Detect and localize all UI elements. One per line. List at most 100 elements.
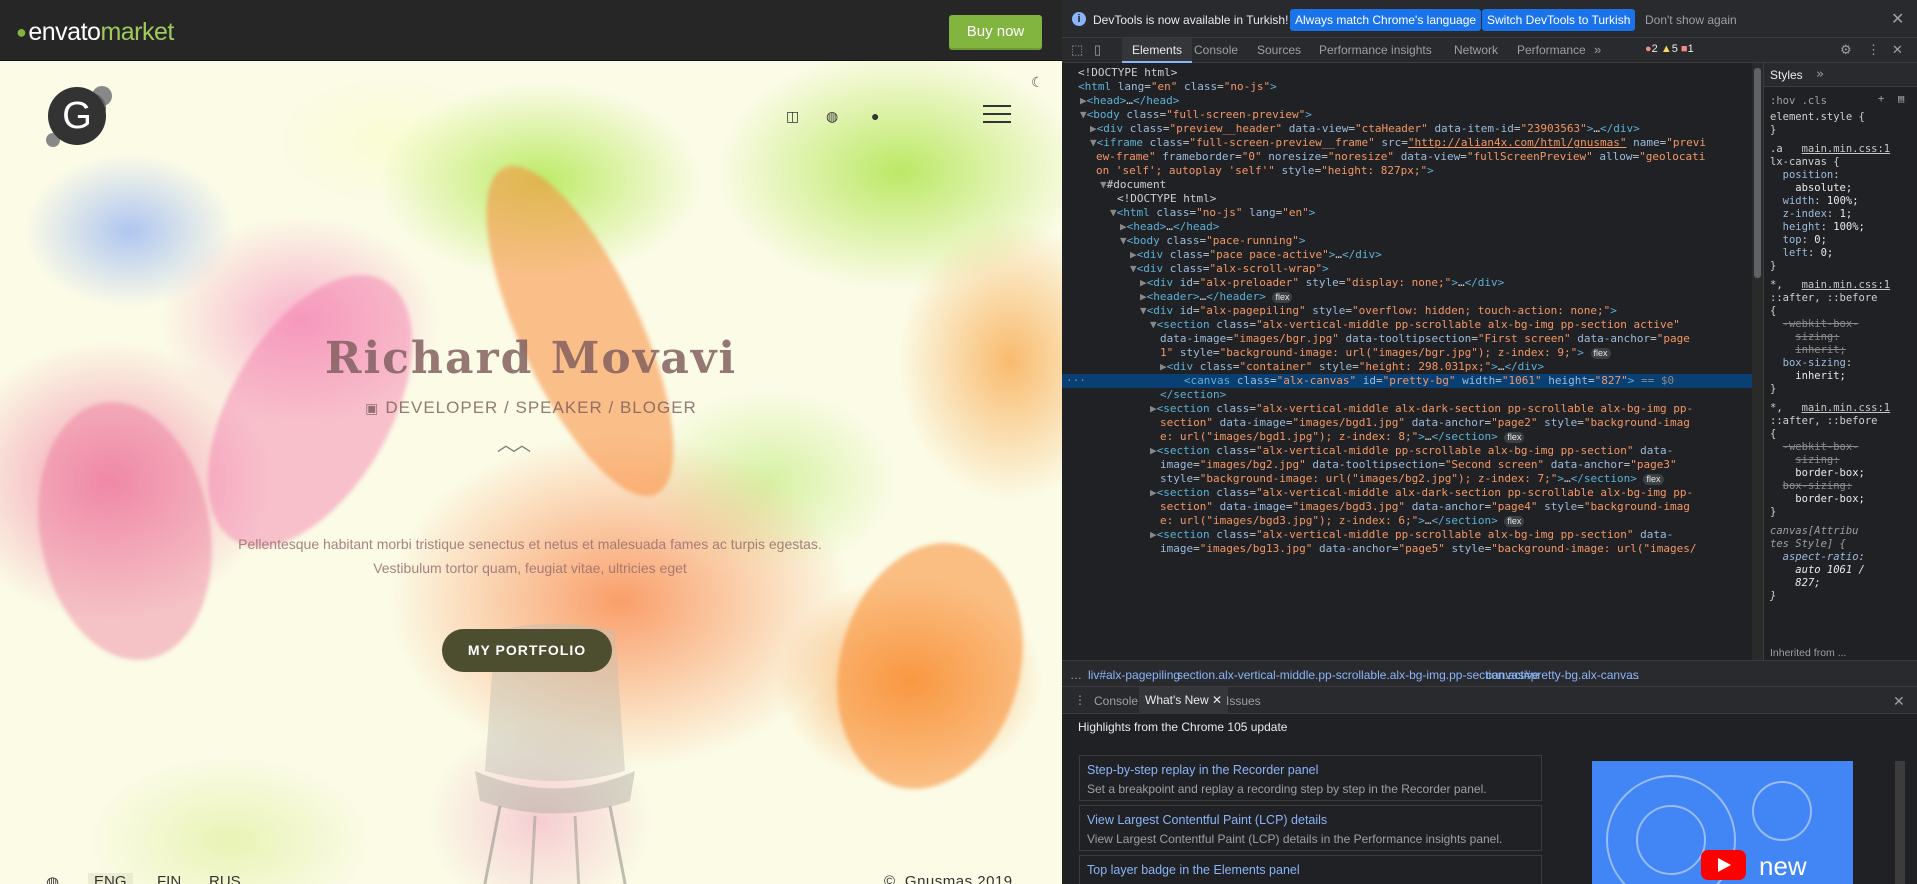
whats-new-item[interactable]: Top layer badge in the Elements panel bbox=[1079, 855, 1542, 884]
error-warning-counts[interactable]: ●2 ▲5 ■1 bbox=[1645, 43, 1694, 55]
envato-logo[interactable]: ●envatomarket bbox=[16, 18, 174, 47]
dom-line[interactable]: ▶<section class="alx-vertical-middle pp-… bbox=[1062, 444, 1752, 458]
drawer-scrollbar[interactable] bbox=[1895, 761, 1905, 884]
flex-badge[interactable]: flex bbox=[1504, 432, 1525, 443]
site-logo[interactable]: G bbox=[48, 87, 106, 145]
breadcrumb-overflow-icon[interactable]: … bbox=[1070, 668, 1082, 682]
dom-line[interactable]: ew-frame" frameborder="0" noresize="nore… bbox=[1062, 150, 1752, 164]
breadcrumb-more-icon[interactable]: … bbox=[1628, 668, 1640, 682]
menu-hamburger-icon[interactable] bbox=[983, 105, 1011, 125]
breadcrumb-item[interactable]: section.alx-vertical-middle.pp-scrollabl… bbox=[1177, 668, 1539, 682]
dom-line[interactable]: on 'self'; autoplay 'self'" style="heigh… bbox=[1062, 164, 1752, 178]
flex-badge[interactable]: flex bbox=[1504, 516, 1525, 527]
github-icon[interactable]: ● bbox=[871, 108, 879, 124]
hero-subtitle: ▣ DEVELOPER / SPEAKER / BLOGER bbox=[0, 398, 1062, 418]
inspect-icon[interactable]: ⬚ bbox=[1071, 42, 1083, 58]
breadcrumb-item[interactable]: liv#alx-pagepiling bbox=[1088, 668, 1180, 682]
dom-line[interactable]: ▶<div id="alx-preloader" style="display:… bbox=[1062, 276, 1752, 290]
tab-elements[interactable]: Elements bbox=[1122, 38, 1193, 63]
portfolio-button[interactable]: MY PORTFOLIO bbox=[442, 629, 612, 672]
dom-line[interactable]: ▶<head>…</head> bbox=[1062, 94, 1752, 108]
style-rule: position: bbox=[1782, 169, 1840, 181]
dom-line[interactable]: e: url("images/bgd1.jpg"); z-index: 8;">… bbox=[1062, 430, 1752, 444]
flex-badge[interactable]: flex bbox=[1590, 348, 1611, 359]
tab-console[interactable]: Console bbox=[1194, 43, 1238, 57]
whats-new-item[interactable]: Step-by-step replay in the Recorder pane… bbox=[1079, 755, 1542, 801]
dom-line[interactable]: ▶<section class="alx-vertical-middle pp-… bbox=[1062, 528, 1752, 542]
drawer-tab-console[interactable]: Console bbox=[1094, 694, 1138, 708]
settings-gear-icon[interactable]: ⚙ bbox=[1840, 42, 1852, 58]
dom-line[interactable]: ▼<div id="alx-pagepiling" style="overflo… bbox=[1062, 304, 1752, 318]
flex-badge[interactable]: flex bbox=[1272, 292, 1293, 303]
drawer-tab-whats-new[interactable]: What's New ✕ bbox=[1139, 687, 1229, 714]
whats-new-item[interactable]: View Largest Contentful Paint (LCP) deta… bbox=[1079, 805, 1542, 851]
tab-sources[interactable]: Sources bbox=[1257, 43, 1301, 57]
dom-line-selected[interactable]: ··· <canvas class="alx-canvas" id="pretty… bbox=[1062, 374, 1752, 388]
dom-line[interactable]: ▶<div class="container" style="height: 2… bbox=[1062, 360, 1752, 374]
dom-line[interactable]: ▶<div class="pace pace-active">…</div> bbox=[1062, 248, 1752, 262]
whats-new-title[interactable]: Step-by-step replay in the Recorder pane… bbox=[1087, 763, 1318, 777]
close-drawer-icon[interactable]: ✕ bbox=[1893, 693, 1905, 710]
dom-line[interactable]: ▼#document bbox=[1062, 178, 1752, 192]
styles-header: Styles » bbox=[1764, 63, 1917, 87]
lang-rus[interactable]: RUS bbox=[209, 873, 241, 884]
dom-line[interactable]: ▼<section class="alx-vertical-middle pp-… bbox=[1062, 318, 1752, 332]
dom-line[interactable]: image="images/bg2.jpg" data-tooltipsecti… bbox=[1062, 458, 1752, 472]
toggle-sidebar-icon[interactable]: ▤ bbox=[1898, 93, 1904, 105]
switch-turkish-button[interactable]: Switch DevTools to Turkish bbox=[1482, 9, 1636, 31]
lang-fin[interactable]: FIN bbox=[157, 873, 181, 884]
drawer-tab-issues[interactable]: Issues bbox=[1226, 694, 1261, 708]
buy-now-button[interactable]: Buy now bbox=[949, 15, 1042, 48]
dom-line[interactable]: ▼<html class="no-js" lang="en"> bbox=[1062, 206, 1752, 220]
fluid-canvas[interactable]: G ☾ ◫ ◍ ● Richard Movavi ▣ DEVELOPER / SP… bbox=[0, 61, 1062, 884]
dom-line[interactable]: e: url("images/bgd3.jpg"); z-index: 6;">… bbox=[1062, 514, 1752, 528]
instagram-icon[interactable]: ◫ bbox=[786, 108, 799, 125]
dom-line[interactable]: ▼<iframe class="full-screen-preview__fra… bbox=[1062, 136, 1752, 150]
device-toolbar-icon[interactable]: ▯ bbox=[1094, 42, 1101, 58]
youtube-play-icon[interactable] bbox=[1701, 850, 1746, 880]
dribbble-icon[interactable]: ◍ bbox=[826, 108, 838, 125]
tab-performance-insights[interactable]: Performance insights bbox=[1319, 43, 1432, 57]
dom-tree-scrollbar[interactable] bbox=[1752, 63, 1763, 660]
kebab-menu-icon[interactable]: ⋮ bbox=[1867, 42, 1880, 58]
dont-show-again-link[interactable]: Don't show again bbox=[1645, 13, 1737, 27]
match-language-button[interactable]: Always match Chrome's language bbox=[1290, 9, 1482, 31]
dom-line[interactable]: ▶<section class="alx-vertical-middle alx… bbox=[1062, 486, 1752, 500]
dom-line[interactable]: 1" style="background-image: url("images/… bbox=[1062, 346, 1752, 360]
styles-filter[interactable]: :hov .cls bbox=[1770, 95, 1827, 107]
dom-line[interactable]: ▶<header>…</header> flex bbox=[1062, 290, 1752, 304]
dom-line[interactable]: data-image="images/bgr.jpg" data-tooltip… bbox=[1062, 332, 1752, 346]
lang-eng[interactable]: ENG bbox=[88, 873, 133, 884]
dom-line[interactable]: ▶<head>…</head> bbox=[1062, 220, 1752, 234]
dom-line[interactable]: section" data-image="images/bgd3.jpg" da… bbox=[1062, 500, 1752, 514]
dom-line[interactable]: ▼<body class="full-screen-preview"> bbox=[1062, 108, 1752, 122]
dom-line[interactable]: </section> bbox=[1062, 388, 1752, 402]
close-devtools-icon[interactable]: ✕ bbox=[1892, 42, 1903, 58]
whats-new-title[interactable]: Top layer badge in the Elements panel bbox=[1087, 863, 1300, 877]
dom-line[interactable]: <!DOCTYPE html> bbox=[1062, 66, 1752, 80]
more-tabs-icon[interactable]: » bbox=[1594, 42, 1601, 57]
tab-performance[interactable]: Performance bbox=[1517, 43, 1586, 57]
close-tab-icon[interactable]: ✕ bbox=[1212, 693, 1222, 707]
breadcrumb-item-active[interactable]: canvas#pretty-bg.alx-canvas bbox=[1486, 668, 1639, 682]
tab-network[interactable]: Network bbox=[1454, 43, 1498, 57]
dom-line[interactable]: ▼<div class="alx-scroll-wrap"> bbox=[1062, 262, 1752, 276]
dom-line[interactable]: section" data-image="images/bgd1.jpg" da… bbox=[1062, 416, 1752, 430]
dom-line[interactable]: ▶<section class="alx-vertical-middle alx… bbox=[1062, 402, 1752, 416]
moon-icon[interactable]: ☾ bbox=[1031, 74, 1044, 91]
add-rule-icon[interactable]: + bbox=[1878, 93, 1884, 105]
tab-styles[interactable]: Styles bbox=[1770, 68, 1803, 82]
dom-line[interactable]: <html lang="en" class="no-js"> bbox=[1062, 80, 1752, 94]
dom-line[interactable]: <!DOCTYPE html> bbox=[1062, 192, 1752, 206]
flex-badge[interactable]: flex bbox=[1643, 474, 1664, 485]
dom-line[interactable]: ▼<body class="pace-running"> bbox=[1062, 234, 1752, 248]
drawer-menu-icon[interactable]: ⋮ bbox=[1074, 693, 1086, 707]
dom-line[interactable]: ▶<div class="preview__header" data-view=… bbox=[1062, 122, 1752, 136]
close-infobar-icon[interactable]: ✕ bbox=[1891, 9, 1904, 29]
more-style-tabs-icon[interactable]: » bbox=[1816, 67, 1824, 82]
whats-new-video[interactable]: new bbox=[1592, 761, 1853, 884]
dom-line[interactable]: style="background-image: url("images/bg2… bbox=[1062, 472, 1752, 486]
whats-new-title[interactable]: View Largest Contentful Paint (LCP) deta… bbox=[1087, 813, 1327, 827]
dom-line[interactable]: image="images/bg13.jpg" data-anchor="pag… bbox=[1062, 542, 1752, 556]
dom-tree[interactable]: <!DOCTYPE html> <html lang="en" class="n… bbox=[1062, 63, 1752, 660]
